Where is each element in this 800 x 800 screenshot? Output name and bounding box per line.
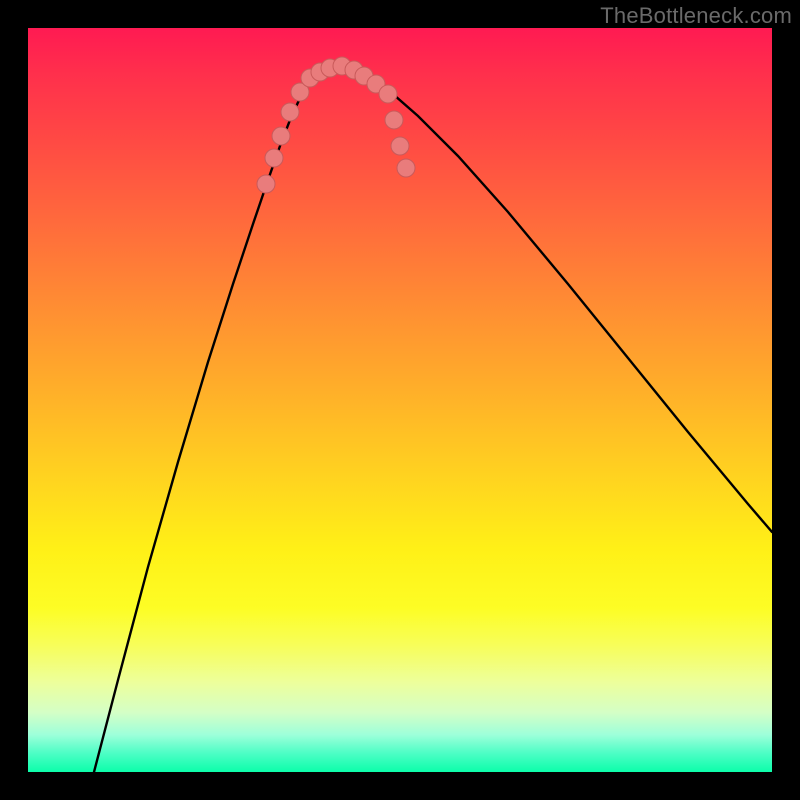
curve-marker xyxy=(379,85,397,103)
curve-marker xyxy=(397,159,415,177)
bottleneck-curve xyxy=(94,66,772,772)
chart-plot-area xyxy=(28,28,772,772)
curve-marker xyxy=(385,111,403,129)
curve-marker xyxy=(272,127,290,145)
curve-marker xyxy=(281,103,299,121)
curve-markers xyxy=(257,57,415,193)
curve-marker xyxy=(257,175,275,193)
curve-marker xyxy=(391,137,409,155)
watermark-text: TheBottleneck.com xyxy=(600,3,792,29)
curve-marker xyxy=(265,149,283,167)
chart-svg xyxy=(28,28,772,772)
